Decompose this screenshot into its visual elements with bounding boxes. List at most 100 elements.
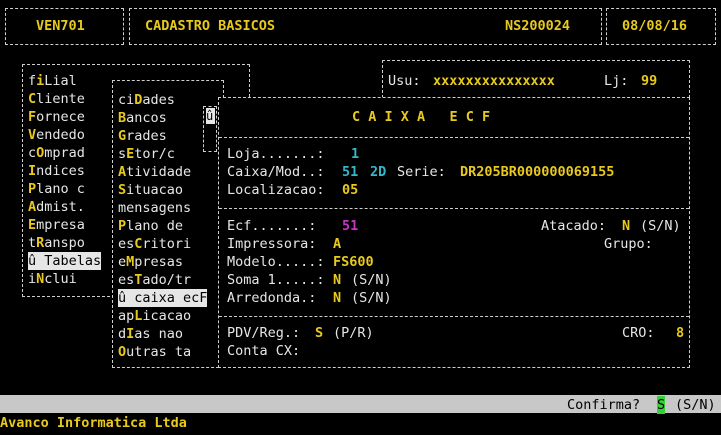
main-menu-item-pre: c bbox=[28, 145, 37, 161]
form-separator-3 bbox=[219, 316, 689, 317]
status-bar: Confirma? S (S/N) bbox=[0, 395, 721, 414]
sub-menu-item-hot: G bbox=[118, 128, 127, 144]
main-menu-item-post: anspo bbox=[44, 235, 85, 251]
cro-field[interactable]: 8 bbox=[676, 324, 684, 342]
store-value: 99 bbox=[641, 73, 658, 89]
sub-menu-item[interactable]: dIas nao bbox=[118, 325, 183, 343]
cro-label: CRO: bbox=[622, 325, 655, 341]
sub-menu-item-post: as nao bbox=[134, 326, 184, 342]
arredonda-label: Arredonda.: bbox=[227, 290, 317, 306]
screen-title: CADASTRO BASICOS bbox=[145, 18, 276, 34]
sub-menu-item[interactable]: apLicacao bbox=[118, 307, 191, 325]
mod-field[interactable]: 2D bbox=[370, 163, 386, 181]
sub-menu-item-post: utras ta bbox=[126, 344, 192, 360]
sub-menu-item-post: tor/c bbox=[134, 146, 175, 162]
main-menu-item-post: dmist. bbox=[36, 199, 85, 215]
soma-field[interactable]: N bbox=[333, 271, 341, 289]
pdv-field[interactable]: S bbox=[315, 324, 323, 342]
confirm-field[interactable]: S bbox=[657, 396, 666, 414]
confirm-prompt: Confirma? bbox=[567, 397, 641, 413]
main-menu-item[interactable]: Plano c bbox=[28, 180, 85, 198]
main-menu-item[interactable]: û Tabelas bbox=[28, 252, 102, 270]
conta-label: Conta CX: bbox=[227, 343, 301, 359]
sub-menu-item[interactable]: Atividade bbox=[118, 163, 191, 181]
ecf-field[interactable]: 51 bbox=[342, 217, 358, 235]
main-menu-item-hot: I bbox=[28, 163, 37, 179]
sub-menu-item-post: lano de bbox=[126, 218, 184, 234]
main-menu-item-hot: A bbox=[28, 199, 37, 215]
main-menu-item-post: mpresa bbox=[36, 217, 85, 233]
main-menu-item[interactable]: Empresa bbox=[28, 216, 85, 234]
atacado-hint: (S/N) bbox=[640, 218, 681, 234]
arredonda-field[interactable]: N bbox=[333, 289, 341, 307]
sub-menu-item-pre: es bbox=[118, 236, 135, 252]
main-menu-item[interactable]: Admist. bbox=[28, 198, 85, 216]
main-menu-item-post: Lial bbox=[44, 73, 77, 89]
caixa-ecf-form: C A I X A E C F Loja.......: 1 Caixa/Mod… bbox=[218, 97, 690, 368]
main-menu-item-post: ndices bbox=[36, 163, 85, 179]
program-code: VEN701 bbox=[36, 18, 85, 34]
serie-field[interactable]: DR205BR000000069155 bbox=[460, 163, 614, 181]
sub-menu-item[interactable]: mensagens bbox=[118, 199, 191, 217]
sub-menu-item[interactable]: Situacao bbox=[118, 181, 183, 199]
sub-menu-item-hot: P bbox=[118, 218, 127, 234]
main-menu-item[interactable]: Fornece bbox=[28, 108, 85, 126]
main-menu-item-pre: û bbox=[28, 253, 45, 269]
sub-menu-item[interactable]: ciDades bbox=[118, 91, 175, 109]
sub-menu-item-post: ades bbox=[142, 92, 175, 108]
main-menu-item[interactable]: tRanspo bbox=[28, 234, 85, 252]
form-separator-2 bbox=[219, 208, 689, 209]
localizacao-field[interactable]: 05 bbox=[342, 181, 358, 199]
main-menu-item[interactable]: Vendedo bbox=[28, 126, 85, 144]
sub-menu-item[interactable]: esCritori bbox=[118, 235, 191, 253]
sub-menu-item-post: icacao bbox=[142, 308, 192, 324]
main-menu-item-hot: F bbox=[28, 109, 37, 125]
sub-menu-item[interactable]: sEtor/c bbox=[118, 145, 175, 163]
sub-menu-item[interactable]: Bancos bbox=[118, 109, 167, 127]
main-menu-item-post: clui bbox=[44, 271, 77, 287]
sub-menu-item-hot: B bbox=[118, 110, 127, 126]
user-bar-box: Usu: xxxxxxxxxxxxxxx Lj: 99 bbox=[382, 60, 690, 98]
confirm-hint: (S/N) bbox=[675, 397, 716, 413]
modelo-field[interactable]: FS600 bbox=[333, 253, 374, 271]
arredonda-hint: (S/N) bbox=[351, 290, 392, 306]
sub-menu-item[interactable]: eMpresas bbox=[118, 253, 183, 271]
modelo-label: Modelo.....: bbox=[227, 254, 325, 270]
form-title: C A I X A E C F bbox=[352, 109, 491, 125]
main-menu-item[interactable]: Indices bbox=[28, 162, 85, 180]
caixa-field[interactable]: 51 bbox=[342, 163, 358, 181]
sub-menu-item-pre: û caixa ec bbox=[118, 290, 200, 306]
scroll-indicator-box[interactable]: û bbox=[203, 106, 217, 152]
header-date-box: 08/08/16 bbox=[606, 8, 716, 45]
user-label: Usu: bbox=[388, 73, 421, 89]
sub-menu-item-post: ado/tr bbox=[142, 272, 192, 288]
main-menu-item[interactable]: iNclui bbox=[28, 270, 77, 288]
main-menu-item-post: endedo bbox=[36, 127, 85, 143]
form-separator-1 bbox=[219, 137, 689, 138]
loja-label: Loja.......: bbox=[227, 146, 325, 162]
sub-menu-item[interactable]: Plano de bbox=[118, 217, 183, 235]
sub-menu-item-hot: A bbox=[118, 164, 127, 180]
main-menu-item-pre: f bbox=[28, 73, 37, 89]
impressora-field[interactable]: A bbox=[333, 235, 341, 253]
ecf-label: Ecf.......: bbox=[227, 218, 317, 234]
main-menu-item-hot: P bbox=[28, 181, 37, 197]
main-menu-item-post: lano c bbox=[36, 181, 85, 197]
atacado-field[interactable]: N bbox=[622, 217, 630, 235]
loja-field[interactable]: 1 bbox=[351, 145, 359, 163]
scroll-up-arrow-icon[interactable]: û bbox=[206, 108, 215, 124]
main-menu-item[interactable]: fiLial bbox=[28, 72, 77, 90]
atacado-label: Atacado: bbox=[541, 218, 607, 234]
header-program-box: VEN701 bbox=[5, 8, 124, 45]
sub-menu-item[interactable]: û caixa ecF bbox=[118, 289, 208, 307]
sub-menu-item-pre: ci bbox=[118, 92, 135, 108]
caixa-label: Caixa/Mod..: bbox=[227, 164, 325, 180]
sub-menu-item-post: mensagens bbox=[118, 200, 192, 216]
main-menu-item[interactable]: cOmprad bbox=[28, 144, 85, 162]
sub-menu-item[interactable]: esTado/tr bbox=[118, 271, 191, 289]
main-menu-item[interactable]: Cliente bbox=[28, 90, 85, 108]
sub-menu-item[interactable]: Grades bbox=[118, 127, 167, 145]
sub-menu-item[interactable]: Outras ta bbox=[118, 343, 191, 361]
sub-menu-item-hot: O bbox=[118, 344, 127, 360]
main-menu-item-hot: V bbox=[28, 127, 37, 143]
